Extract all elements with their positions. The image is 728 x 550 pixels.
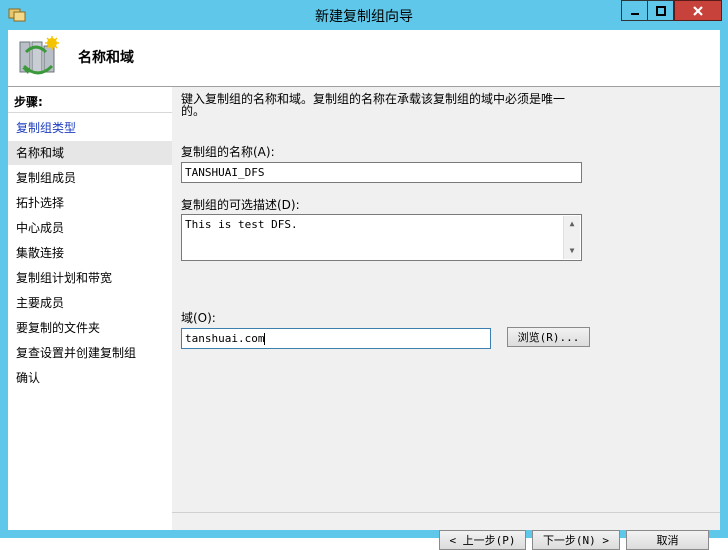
wizard-main-panel: 键入复制组的名称和域。复制组的名称在承载该复制组的域中必须是唯一的。 复制组的名… [172, 87, 720, 550]
wizard-window: 新建复制组向导 名称和域 步骤: 复制组类型 名称和域 复制组成员 拓扑选择 中… [0, 0, 728, 550]
step-primary-member: 主要成员 [16, 296, 65, 310]
cancel-button[interactable]: 取消 [626, 530, 709, 550]
scroll-down-icon[interactable]: ▼ [564, 243, 580, 259]
group-description-label: 复制组的可选描述(D): [181, 198, 300, 212]
step-schedule-bandwidth: 复制组计划和带宽 [16, 271, 113, 285]
domain-input[interactable]: tanshuai.com [181, 328, 491, 349]
title-bar: 新建复制组向导 [0, 0, 728, 30]
minimize-icon [630, 12, 639, 15]
footer-divider [172, 512, 720, 513]
close-icon [693, 5, 703, 16]
domain-text: tanshuai.com [185, 332, 265, 345]
step-replication-group-type[interactable]: 复制组类型 [8, 116, 172, 140]
previous-button[interactable]: < 上一步(P) [439, 530, 526, 550]
step-name-and-domain: 名称和域 [8, 141, 172, 165]
close-button[interactable] [674, 0, 722, 21]
group-name-label: 复制组的名称(A): [181, 145, 275, 159]
steps-sidebar: 步骤: 复制组类型 名称和域 复制组成员 拓扑选择 中心成员 集散连接 复制组计… [8, 87, 172, 530]
text-caret [264, 333, 266, 345]
replication-wizard-icon [19, 36, 59, 75]
steps-title: 步骤: [14, 95, 43, 109]
step-folders-to-replicate: 要复制的文件夹 [16, 321, 101, 335]
browse-button[interactable]: 浏览(R)... [507, 327, 590, 347]
steps-divider [8, 112, 172, 113]
step-members: 复制组成员 [16, 171, 77, 185]
maximize-icon [655, 5, 666, 16]
page-title: 名称和域 [78, 50, 134, 66]
minimize-button[interactable] [621, 0, 647, 21]
step-confirmation: 确认 [16, 371, 41, 385]
scroll-up-icon[interactable]: ▲ [564, 216, 580, 232]
step-review-and-create: 复查设置并创建复制组 [16, 346, 137, 360]
domain-label: 域(O): [181, 311, 216, 325]
step-hub-spoke-connections: 集散连接 [16, 246, 65, 260]
next-button[interactable]: 下一步(N) > [532, 530, 620, 550]
step-topology: 拓扑选择 [16, 196, 65, 210]
group-description-text: This is test DFS. [185, 218, 298, 231]
group-name-input[interactable]: TANSHUAI_DFS [181, 162, 582, 183]
step-hub-members: 中心成员 [16, 221, 65, 235]
group-description-textarea[interactable]: This is test DFS. ▲ ▼ [181, 214, 582, 261]
window-title: 新建复制组向导 [315, 9, 413, 25]
wizard-client-area: 名称和域 步骤: 复制组类型 名称和域 复制组成员 拓扑选择 中心成员 集散连接… [8, 30, 720, 550]
description-scrollbar[interactable]: ▲ ▼ [563, 216, 580, 259]
instruction-text: 键入复制组的名称和域。复制组的名称在承载该复制组的域中必须是唯一的。 [181, 92, 566, 118]
wizard-header: 名称和域 [8, 30, 720, 87]
maximize-button[interactable] [647, 0, 674, 21]
